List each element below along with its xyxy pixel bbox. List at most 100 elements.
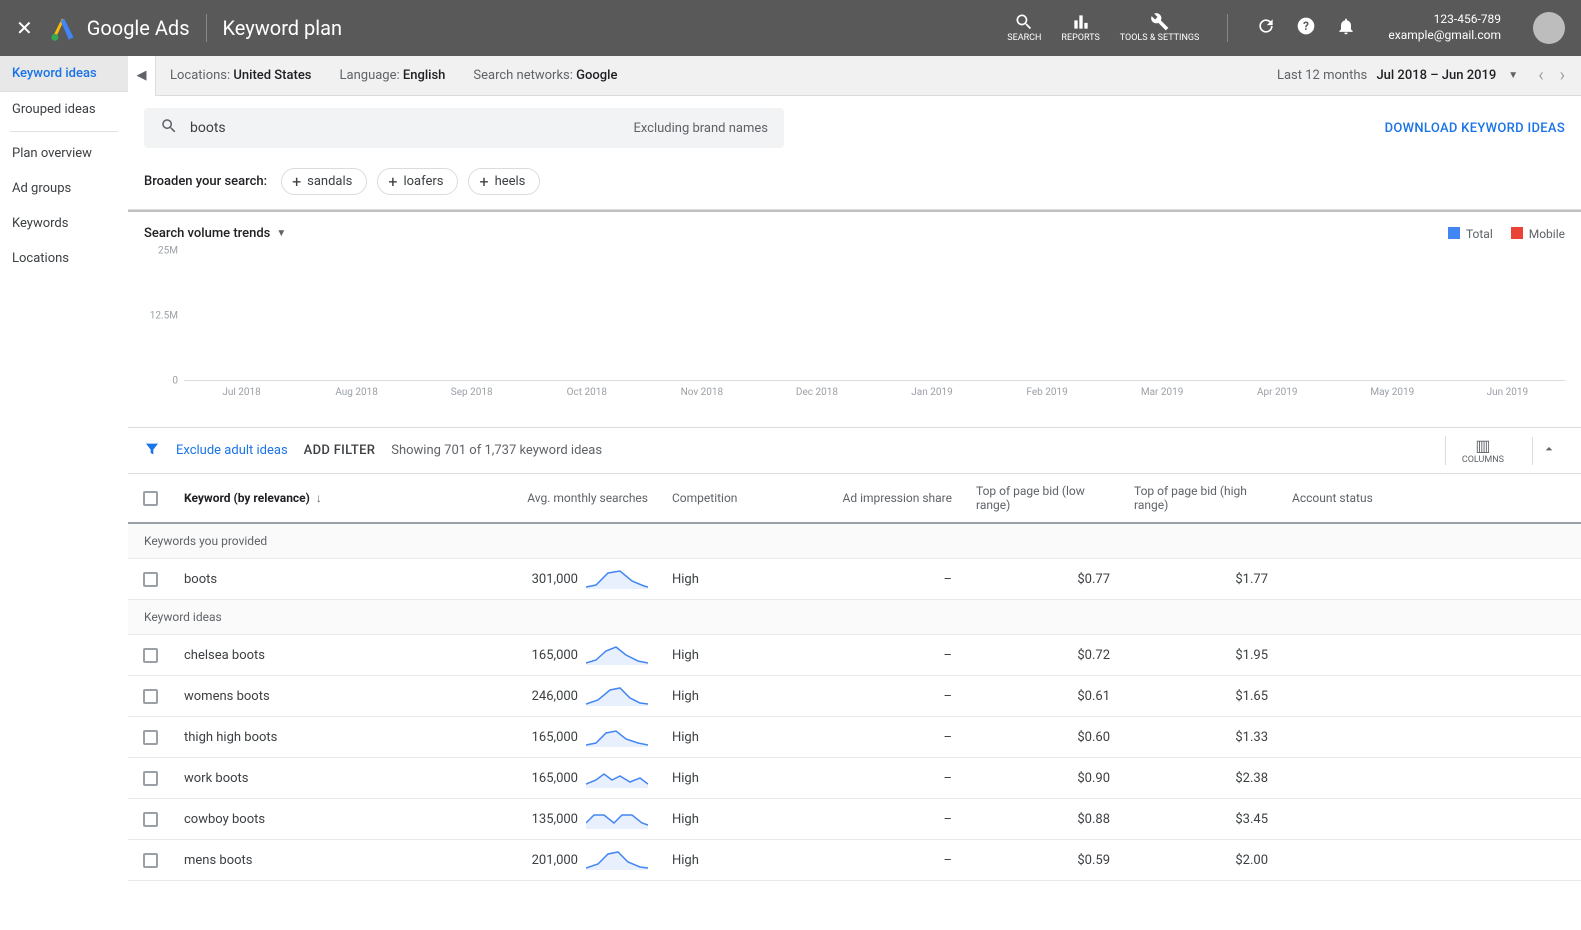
search-icon <box>160 117 178 139</box>
row-checkbox[interactable] <box>143 853 158 868</box>
cell-bid-low: $0.88 <box>964 802 1122 837</box>
cell-keyword[interactable]: womens boots <box>172 679 450 714</box>
sidebar-item[interactable]: Ad groups <box>0 171 128 206</box>
collapse-sidebar-icon[interactable]: ◀ <box>128 56 156 96</box>
col-avg-searches[interactable]: Avg. monthly searches <box>450 474 660 522</box>
col-impression-share[interactable]: Ad impression share <box>816 474 964 522</box>
avatar[interactable] <box>1533 12 1565 44</box>
cell-keyword[interactable]: chelsea boots <box>172 638 450 673</box>
search-volume-chart: 012.5M25M Jul 2018Aug 2018Sep 2018Oct 20… <box>184 251 1565 411</box>
chart-section: Search volume trends ▼ Total Mobile 012.… <box>128 210 1581 428</box>
close-icon[interactable]: ✕ <box>16 16 33 40</box>
sidebar-item[interactable]: Plan overview <box>0 136 128 171</box>
help-icon[interactable]: ? <box>1296 16 1316 41</box>
plus-icon: + <box>479 175 488 189</box>
sidebar-item[interactable]: Grouped ideas <box>0 92 128 127</box>
excluding-label: Excluding brand names <box>633 121 768 136</box>
chart-title[interactable]: Search volume trends <box>144 226 270 241</box>
notifications-icon[interactable] <box>1336 16 1356 41</box>
col-account-status[interactable]: Account status <box>1280 474 1581 522</box>
date-next-icon[interactable]: › <box>1552 65 1573 86</box>
x-axis-label: Jun 2019 <box>1450 381 1565 398</box>
divider <box>206 14 207 42</box>
download-keyword-ideas-button[interactable]: DOWNLOAD KEYWORD IDEAS <box>1385 121 1565 136</box>
col-bid-high[interactable]: Top of page bid (high range) <box>1122 474 1280 522</box>
collapse-chart-icon[interactable] <box>1532 437 1565 465</box>
row-checkbox[interactable] <box>143 689 158 704</box>
columns-icon: ▥ <box>1462 436 1504 455</box>
cell-keyword[interactable]: mens boots <box>172 843 450 878</box>
legend-total: Total <box>1448 227 1493 241</box>
account-info[interactable]: 123-456-789 example@gmail.com <box>1388 12 1501 43</box>
cell-keyword[interactable]: thigh high boots <box>172 720 450 755</box>
table-row: cowboy boots135,000High–$0.88$3.45 <box>128 799 1581 840</box>
table-row: work boots165,000High–$0.90$2.38 <box>128 758 1581 799</box>
table-row: womens boots246,000High–$0.61$1.65 <box>128 676 1581 717</box>
cell-keyword[interactable]: cowboy boots <box>172 802 450 837</box>
google-ads-logo-icon <box>49 14 77 42</box>
x-axis-label: Feb 2019 <box>990 381 1105 398</box>
cell-keyword[interactable]: boots <box>172 562 450 597</box>
select-all-checkbox[interactable] <box>143 491 158 506</box>
exclude-adult-ideas-link[interactable]: Exclude adult ideas <box>176 443 288 458</box>
chevron-down-icon: ▼ <box>276 228 286 239</box>
svg-text:?: ? <box>1303 19 1309 33</box>
header-tools-settings-button[interactable]: TOOLS & SETTINGS <box>1120 12 1200 44</box>
broaden-label: Broaden your search: <box>144 174 267 189</box>
sparkline-icon <box>586 768 648 788</box>
broaden-chip[interactable]: +heels <box>468 168 540 195</box>
filter-locations[interactable]: Locations: United States <box>156 68 326 83</box>
date-prev-icon[interactable]: ‹ <box>1530 65 1551 86</box>
columns-button[interactable]: ▥ COLUMNS <box>1445 436 1504 465</box>
refresh-icon[interactable] <box>1256 16 1276 41</box>
logo-area: Google Ads <box>49 14 190 42</box>
cell-bid-low: $0.59 <box>964 843 1122 878</box>
table-toolbar: Exclude adult ideas ADD FILTER Showing 7… <box>128 428 1581 473</box>
x-axis: Jul 2018Aug 2018Sep 2018Oct 2018Nov 2018… <box>184 381 1565 398</box>
sparkline-icon <box>586 645 648 665</box>
row-checkbox[interactable] <box>143 771 158 786</box>
table-row: chelsea boots165,000High–$0.72$1.95 <box>128 635 1581 676</box>
cell-bid-high: $1.77 <box>1122 562 1280 597</box>
sparkline-icon <box>586 569 648 589</box>
row-checkbox[interactable] <box>143 572 158 587</box>
cell-keyword[interactable]: work boots <box>172 761 450 796</box>
sidebar-item[interactable]: Keywords <box>0 206 128 241</box>
x-axis-label: Mar 2019 <box>1105 381 1220 398</box>
filter-icon[interactable] <box>144 441 160 461</box>
filter-language[interactable]: Language: English <box>326 68 460 83</box>
date-range-picker[interactable]: Last 12 months Jul 2018 – Jun 2019 ▼ ‹ › <box>1277 65 1581 86</box>
broaden-chip[interactable]: +sandals <box>281 168 367 195</box>
header-search-button[interactable]: SEARCH <box>1007 12 1041 44</box>
cell-impression: – <box>816 843 964 878</box>
x-axis-label: Dec 2018 <box>759 381 874 398</box>
cell-bid-low: $0.72 <box>964 638 1122 673</box>
broaden-chip[interactable]: +loafers <box>377 168 458 195</box>
broaden-search-row: Broaden your search: +sandals +loafers +he… <box>128 160 1581 210</box>
add-filter-button[interactable]: ADD FILTER <box>304 443 376 458</box>
chart-bars <box>184 251 1565 381</box>
keyword-search-input[interactable]: boots Excluding brand names <box>144 108 784 148</box>
cell-status <box>1280 850 1581 870</box>
header-reports-button[interactable]: REPORTS <box>1061 12 1099 44</box>
x-axis-label: Jul 2018 <box>184 381 299 398</box>
row-checkbox[interactable] <box>143 730 158 745</box>
cell-bid-low: $0.77 <box>964 562 1122 597</box>
sidebar-item[interactable]: Keyword ideas <box>0 56 128 92</box>
x-axis-label: Aug 2018 <box>299 381 414 398</box>
col-keyword[interactable]: Keyword (by relevance)↓ <box>172 474 450 522</box>
x-axis-label: Sep 2018 <box>414 381 529 398</box>
wrench-icon <box>1150 12 1170 32</box>
col-competition[interactable]: Competition <box>660 474 816 522</box>
x-axis-label: Apr 2019 <box>1220 381 1335 398</box>
cell-impression: – <box>816 720 964 755</box>
filter-bar: ◀ Locations: United States Language: Eng… <box>128 56 1581 96</box>
cell-avg: 165,000 <box>450 717 660 757</box>
sidebar-item[interactable]: Locations <box>0 241 128 276</box>
sparkline-icon <box>586 686 648 706</box>
row-checkbox[interactable] <box>143 648 158 663</box>
row-checkbox[interactable] <box>143 812 158 827</box>
col-bid-low[interactable]: Top of page bid (low range) <box>964 474 1122 522</box>
cell-impression: – <box>816 638 964 673</box>
filter-networks[interactable]: Search networks: Google <box>459 68 631 83</box>
